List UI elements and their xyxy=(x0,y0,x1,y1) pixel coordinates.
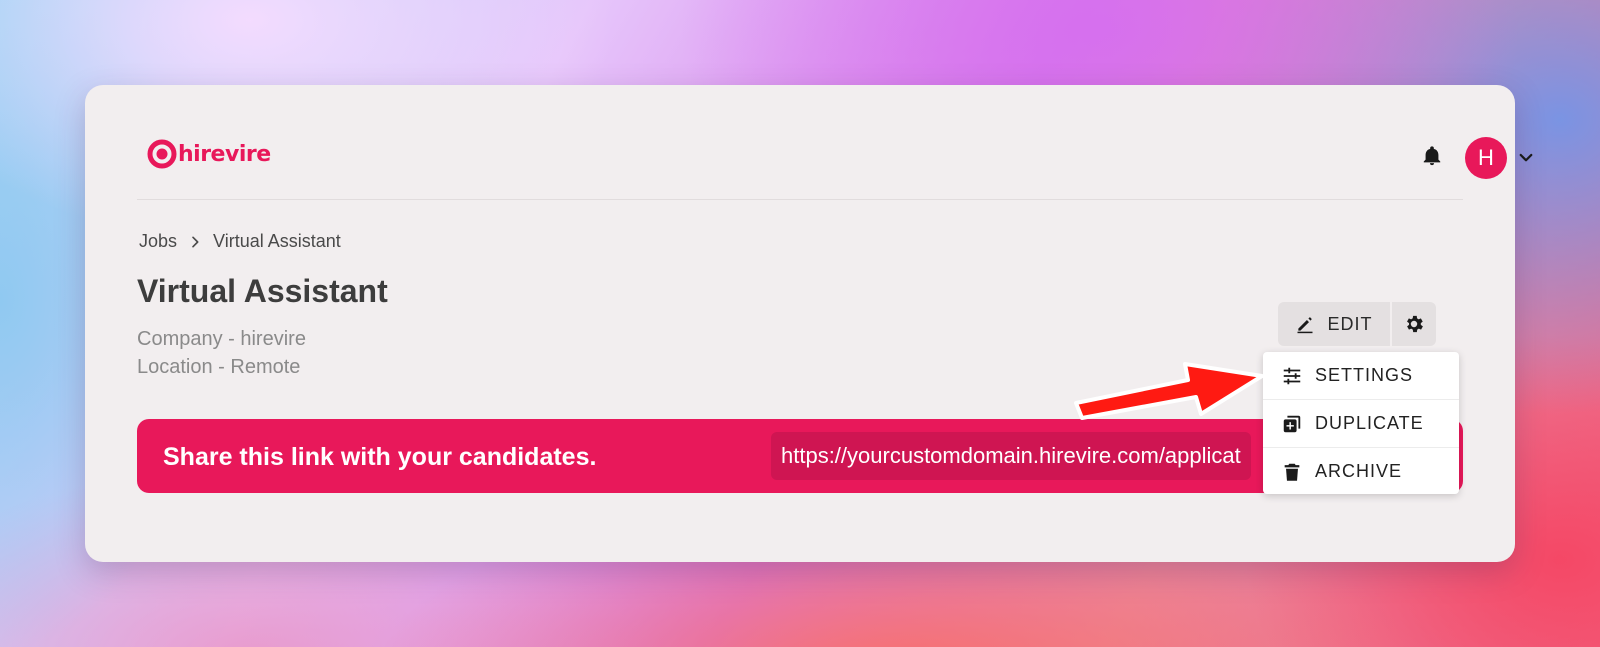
page-title: Virtual Assistant xyxy=(137,273,388,309)
red-arrow-annotation xyxy=(1074,362,1264,420)
duplicate-icon xyxy=(1283,415,1301,432)
job-location: Location - Remote xyxy=(137,356,301,378)
job-company: Company - hirevire xyxy=(137,328,306,350)
logo-mark-icon xyxy=(147,139,177,169)
menu-item-settings[interactable]: SETTINGS xyxy=(1263,352,1459,400)
share-link-label: Share this link with your candidates. xyxy=(163,443,597,471)
trash-icon xyxy=(1284,463,1300,481)
top-header: hirevire H xyxy=(137,85,1533,200)
share-url-input[interactable] xyxy=(771,432,1251,480)
settings-dropdown-menu: SETTINGS DUPLICATE ARCHIVE xyxy=(1263,352,1459,494)
job-meta: Company - hirevire Location - Remote xyxy=(137,325,306,381)
menu-item-label: ARCHIVE xyxy=(1315,461,1403,481)
chevron-down-icon[interactable] xyxy=(1517,149,1535,167)
hirevire-logo[interactable]: hirevire xyxy=(147,139,271,169)
sliders-icon xyxy=(1283,367,1301,384)
bell-icon[interactable] xyxy=(1421,145,1443,167)
breadcrumb-current: Virtual Assistant xyxy=(213,231,341,251)
edit-button[interactable]: EDIT xyxy=(1278,302,1390,346)
breadcrumb: Jobs Virtual Assistant xyxy=(139,231,341,252)
share-url-box[interactable] xyxy=(771,432,1251,480)
settings-gear-button[interactable] xyxy=(1392,302,1436,346)
chevron-right-icon xyxy=(192,236,199,247)
menu-item-duplicate[interactable]: DUPLICATE xyxy=(1263,400,1459,448)
edit-button-label: EDIT xyxy=(1327,313,1373,334)
menu-item-label: SETTINGS xyxy=(1315,365,1414,385)
menu-item-label: DUPLICATE xyxy=(1315,413,1424,433)
gear-icon xyxy=(1407,315,1423,333)
menu-item-archive[interactable]: ARCHIVE xyxy=(1263,448,1459,495)
pencil-icon xyxy=(1297,317,1313,334)
user-avatar[interactable]: H xyxy=(1465,137,1507,179)
logo-text: hirevire xyxy=(178,141,271,167)
job-card: hirevire H Jobs Virtual Assistant Virtua… xyxy=(85,85,1533,562)
breadcrumb-jobs-link[interactable]: Jobs xyxy=(139,231,177,252)
